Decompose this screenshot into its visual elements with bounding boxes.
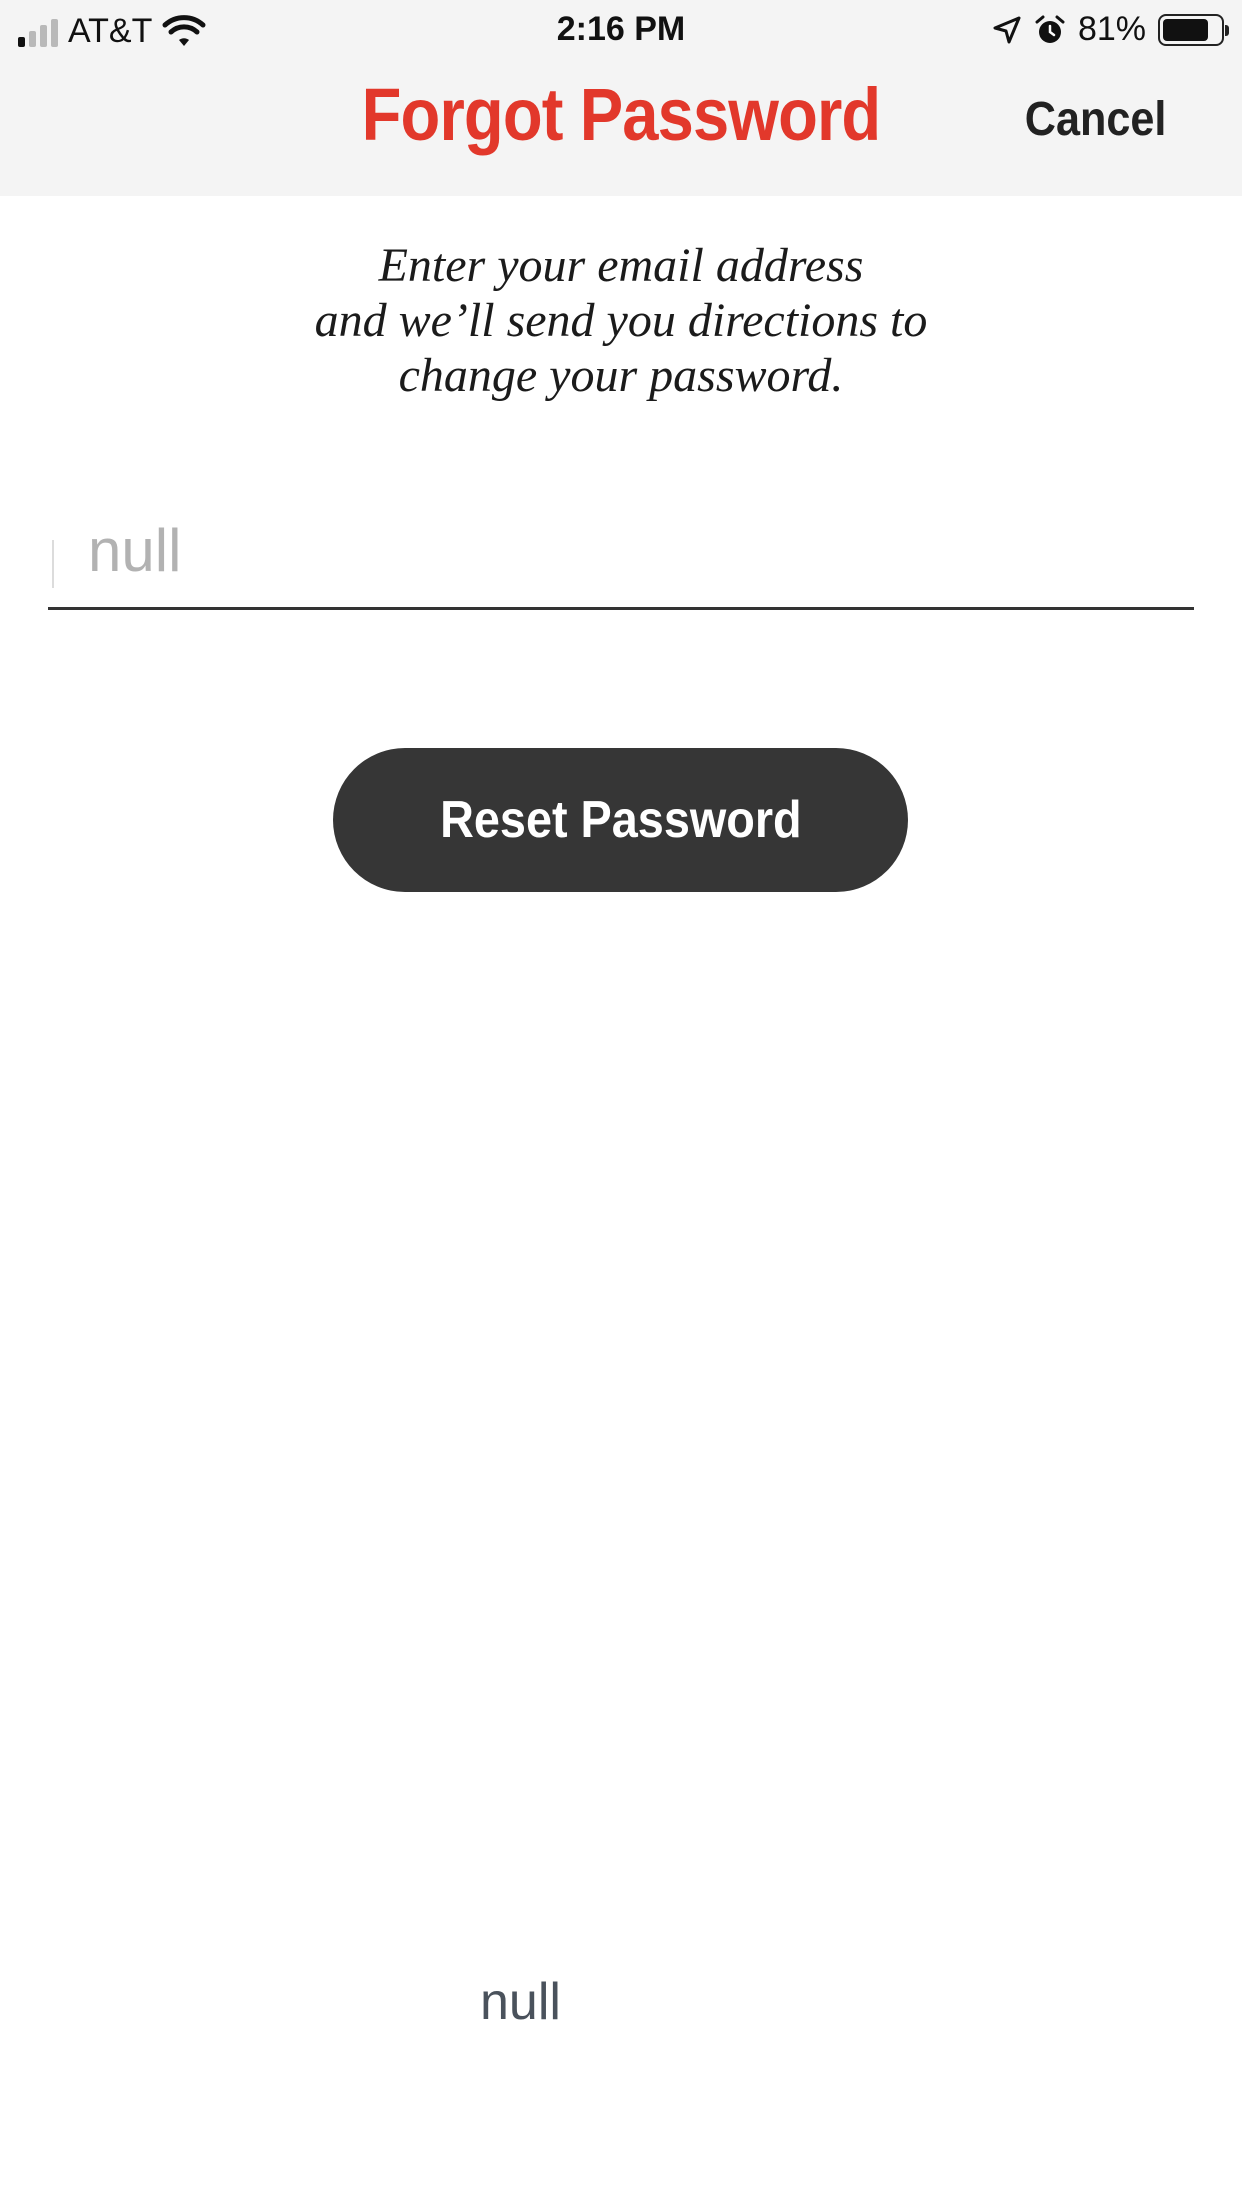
battery-percent: 81% xyxy=(1077,10,1146,48)
alarm-icon xyxy=(1035,15,1065,43)
battery-level xyxy=(1163,18,1209,41)
page-title: Forgot Password xyxy=(361,73,882,156)
reset-password-button[interactable]: Reset Password xyxy=(333,748,908,892)
instructions-text: Enter your email address and we’ll send … xyxy=(314,239,928,402)
email-input[interactable] xyxy=(88,510,1168,590)
email-field[interactable] xyxy=(48,500,1194,610)
reset-password-label: Reset Password xyxy=(439,791,802,849)
text-cursor xyxy=(52,540,54,588)
nav-bar: Forgot Password Cancel xyxy=(0,62,1242,196)
location-icon xyxy=(993,16,1021,43)
footer-text: null xyxy=(480,1973,561,2031)
battery-icon xyxy=(1158,13,1229,46)
cancel-button[interactable]: Cancel xyxy=(1024,92,1166,147)
status-right: 81% xyxy=(992,10,1229,49)
status-bar: AT&T 2:16 PM 81% xyxy=(0,0,1242,62)
